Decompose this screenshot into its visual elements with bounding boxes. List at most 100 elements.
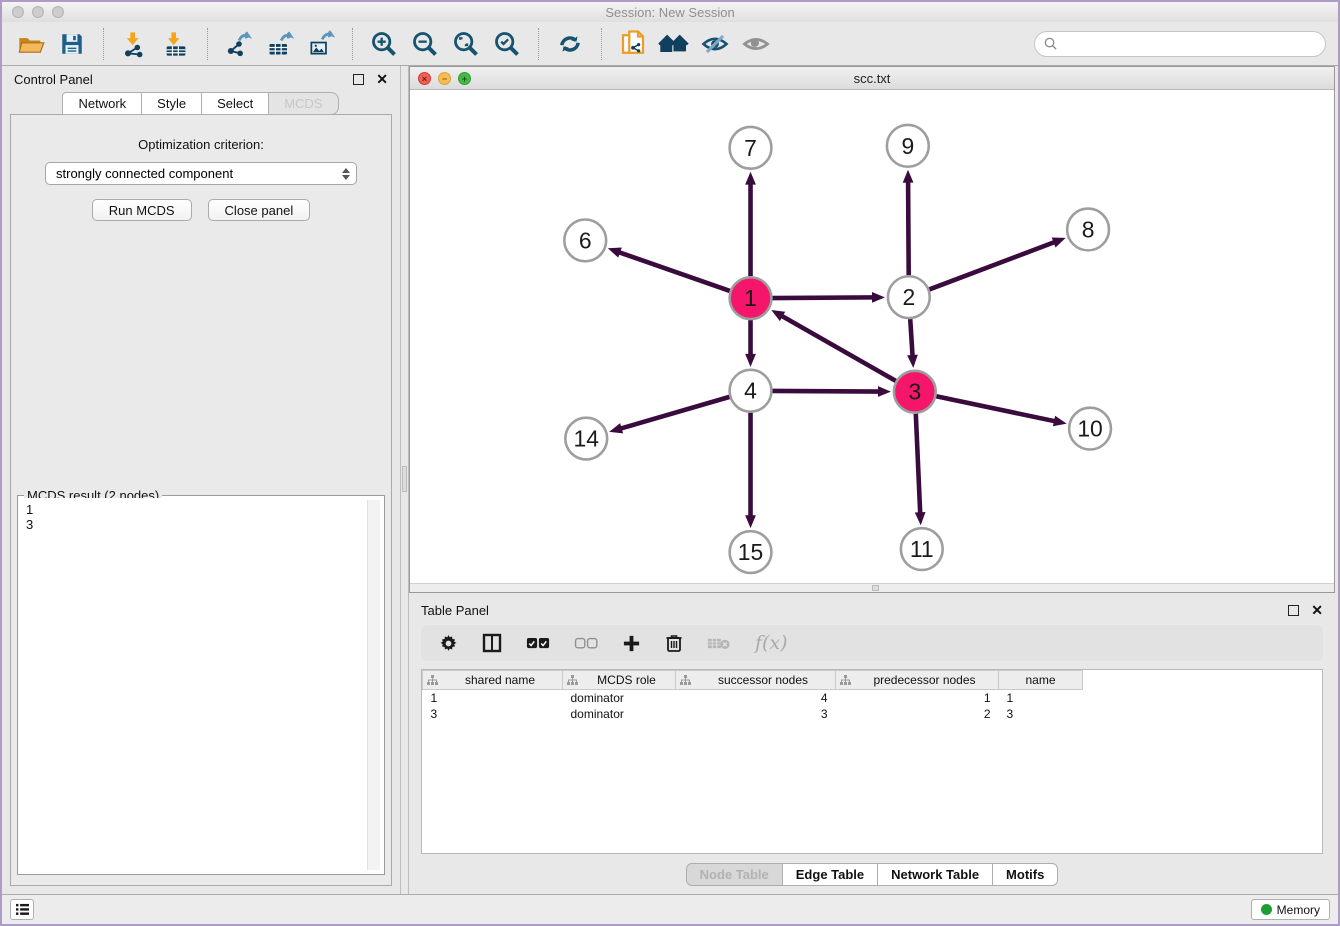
hide-selected-button[interactable] — [698, 27, 732, 61]
graph-edge[interactable] — [929, 242, 1055, 290]
run-mcds-button[interactable]: Run MCDS — [92, 199, 192, 221]
delete-table-button[interactable] — [707, 630, 731, 656]
graph-edge[interactable] — [772, 297, 874, 298]
column-header[interactable]: name — [999, 671, 1083, 690]
import-table-button[interactable] — [159, 27, 193, 61]
tab-network[interactable]: Network — [62, 92, 142, 115]
column-header[interactable]: MCDS role — [563, 671, 676, 690]
tab-mcds[interactable]: MCDS — [268, 92, 338, 115]
table-cell[interactable]: 2 — [836, 706, 999, 722]
tab-network-table[interactable]: Network Table — [877, 863, 993, 886]
mcds-tab-content: Optimization criterion: strongly connect… — [10, 114, 392, 886]
mcds-result-area[interactable]: 1 3 — [20, 498, 382, 872]
network-minimize-button[interactable]: − — [438, 72, 451, 85]
save-session-button[interactable] — [55, 27, 89, 61]
toggle-panel-button[interactable] — [482, 630, 502, 656]
open-folder-icon — [17, 30, 45, 58]
table-row[interactable]: 1dominator411 — [423, 690, 1083, 706]
graph-edge[interactable] — [618, 252, 730, 291]
column-header-label: name — [1003, 673, 1078, 687]
graph-edge[interactable] — [772, 391, 880, 392]
delete-table-icon — [707, 636, 731, 651]
export-table-button[interactable] — [263, 27, 297, 61]
open-session-button[interactable] — [14, 27, 48, 61]
close-panel-icon[interactable]: ✕ — [376, 72, 388, 86]
table-cell[interactable]: 1 — [423, 690, 563, 706]
refresh-view-button[interactable] — [553, 27, 587, 61]
table-toolbar: f(x) — [421, 625, 1323, 661]
column-header[interactable]: successor nodes — [676, 671, 836, 690]
export-table-icon — [266, 30, 294, 58]
import-network-button[interactable] — [118, 27, 152, 61]
function-builder-button[interactable]: f(x) — [755, 630, 788, 656]
criterion-select[interactable]: strongly connected component — [45, 162, 357, 185]
panel-splitter[interactable] — [400, 66, 409, 894]
result-scrollbar[interactable] — [367, 500, 380, 870]
graph-edge[interactable] — [910, 319, 912, 357]
graph-edge[interactable] — [781, 315, 896, 381]
table-cell[interactable]: dominator — [563, 706, 676, 722]
table-cell[interactable]: 3 — [999, 706, 1083, 722]
table-cell[interactable]: 1 — [999, 690, 1083, 706]
zoom-fit-button[interactable] — [449, 27, 483, 61]
float-table-panel-button[interactable] — [1288, 605, 1299, 616]
duplicate-network-button[interactable] — [616, 27, 650, 61]
table-cell[interactable]: 3 — [676, 706, 836, 722]
zoom-out-button[interactable] — [408, 27, 442, 61]
tab-node-table[interactable]: Node Table — [686, 863, 783, 886]
network-canvas[interactable]: 7968124314101511 — [410, 90, 1334, 583]
table-cell[interactable]: 3 — [423, 706, 563, 722]
graph-edge[interactable] — [936, 396, 1056, 421]
export-network-button[interactable] — [222, 27, 256, 61]
graph-edge[interactable] — [908, 181, 909, 276]
node-table-container[interactable]: shared nameMCDS rolesuccessor nodesprede… — [421, 669, 1323, 854]
right-column: × − + scc.txt 7968124314101511 Table Pan… — [409, 66, 1338, 894]
table-cell[interactable]: 4 — [676, 690, 836, 706]
export-network-icon — [225, 30, 253, 58]
column-header[interactable]: shared name — [423, 671, 563, 690]
table-cell[interactable]: dominator — [563, 690, 676, 706]
graph-node-label: 2 — [902, 284, 915, 310]
export-image-button[interactable] — [304, 27, 338, 61]
toolbar-separator — [538, 28, 539, 60]
float-panel-button[interactable] — [353, 74, 364, 85]
column-header[interactable]: predecessor nodes — [836, 671, 999, 690]
tab-motifs[interactable]: Motifs — [992, 863, 1058, 886]
show-task-history-button[interactable] — [10, 899, 34, 920]
close-window-button[interactable] — [12, 6, 24, 18]
search-field[interactable] — [1034, 31, 1326, 57]
zoom-in-button[interactable] — [367, 27, 401, 61]
table-settings-button[interactable] — [439, 630, 458, 656]
home-overview-button[interactable] — [657, 27, 691, 61]
minimize-window-button[interactable] — [32, 6, 44, 18]
zoom-selected-button[interactable] — [490, 27, 524, 61]
deselect-all-columns-button[interactable] — [574, 630, 598, 656]
network-bottom-splitter[interactable] — [410, 583, 1334, 592]
tab-select[interactable]: Select — [201, 92, 269, 115]
select-stepper-icon — [342, 168, 350, 180]
tab-style[interactable]: Style — [141, 92, 202, 115]
memory-button[interactable]: Memory — [1251, 899, 1330, 920]
status-bar: Memory — [2, 894, 1338, 924]
close-table-panel-icon[interactable]: ✕ — [1311, 603, 1323, 617]
close-panel-button[interactable]: Close panel — [208, 199, 311, 221]
network-maximize-button[interactable]: + — [458, 72, 471, 85]
table-panel-header: Table Panel ✕ — [409, 597, 1335, 623]
tab-edge-table[interactable]: Edge Table — [782, 863, 878, 886]
graph-edge[interactable] — [916, 414, 920, 515]
graph-node-label: 14 — [574, 426, 600, 452]
main-toolbar — [2, 22, 1338, 66]
show-all-button[interactable] — [739, 27, 773, 61]
network-close-button[interactable]: × — [418, 72, 431, 85]
delete-columns-button[interactable] — [665, 630, 683, 656]
table-row[interactable]: 3dominator323 — [423, 706, 1083, 722]
optimization-criterion-label: Optimization criterion: — [11, 137, 391, 152]
table-cell[interactable]: 1 — [836, 690, 999, 706]
graph-edge[interactable] — [620, 397, 730, 429]
search-input[interactable] — [1062, 36, 1317, 51]
graph-edge-arrowhead — [745, 354, 756, 367]
select-all-columns-button[interactable] — [526, 630, 550, 656]
toolbar-separator — [103, 28, 104, 60]
add-column-button[interactable] — [622, 630, 641, 656]
maximize-window-button[interactable] — [52, 6, 64, 18]
